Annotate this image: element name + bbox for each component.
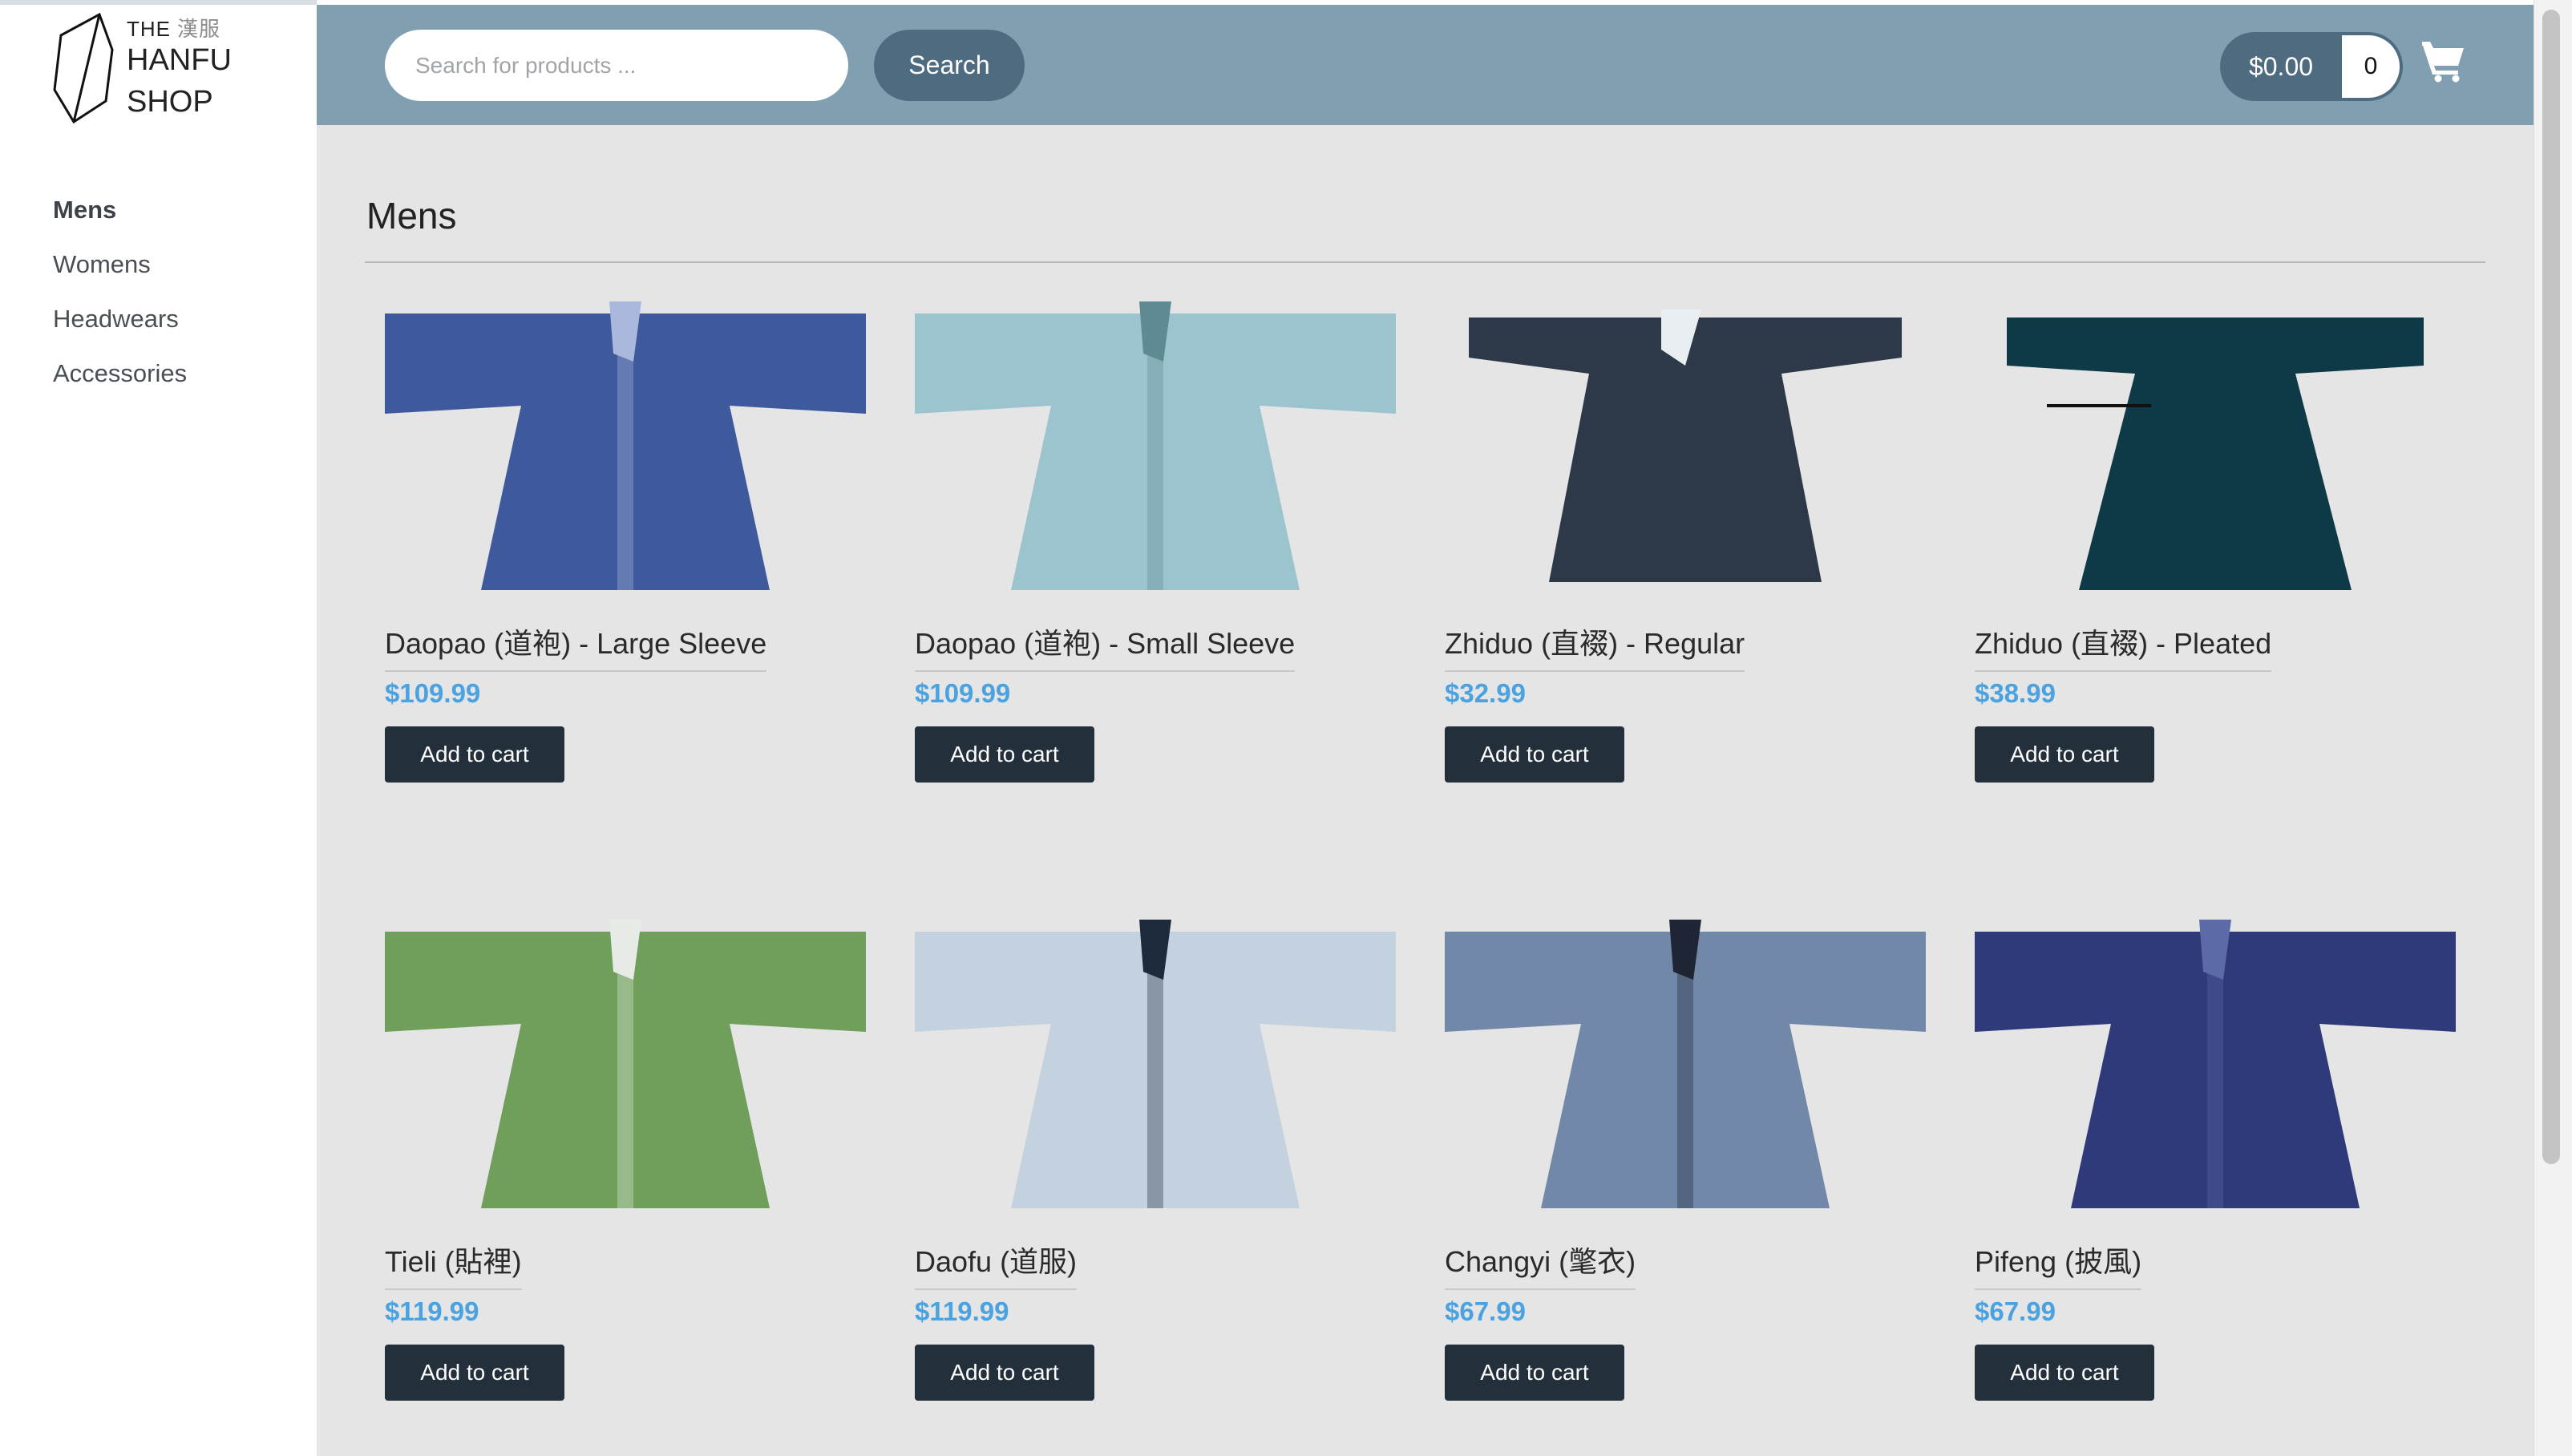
product-price: $67.99 — [1445, 1296, 1526, 1326]
title-divider — [365, 261, 2485, 263]
shopping-cart-icon[interactable] — [2420, 38, 2465, 83]
product-card[interactable]: Daopao (道袍) - Large Sleeve $109.99 Add t… — [385, 285, 866, 847]
vertical-scrollbar[interactable] — [2534, 0, 2572, 1456]
brand-chinese: 漢服 — [177, 17, 221, 41]
cart-summary[interactable]: $0.00 0 — [2220, 32, 2403, 101]
product-name[interactable]: Daopao (道袍) - Small Sleeve — [915, 621, 1296, 672]
add-to-cart-button[interactable]: Add to cart — [915, 726, 1094, 783]
sidebar-item-headwears[interactable]: Headwears — [53, 305, 179, 334]
product-price: $109.99 — [385, 678, 481, 708]
product-card[interactable]: Daopao (道袍) - Small Sleeve $109.99 Add t… — [915, 285, 1396, 847]
search-input[interactable] — [385, 30, 848, 101]
product-price: $119.99 — [385, 1296, 479, 1326]
sidebar-item-mens[interactable]: Mens — [53, 196, 116, 224]
product-price: $38.99 — [1975, 678, 2056, 708]
sidebar-item-womens[interactable]: Womens — [53, 250, 151, 279]
cart-total: $0.00 — [2248, 52, 2314, 81]
product-name[interactable]: Daofu (道服) — [915, 1239, 1078, 1290]
product-card[interactable]: Daofu (道服) $119.99 Add to cart — [915, 904, 1396, 1456]
product-name[interactable]: Zhiduo (直裰) - Pleated — [1975, 621, 2272, 672]
product-listing: Mens Daopao (道袍) - Large Sleeve $109.99 … — [317, 125, 2534, 1456]
product-image[interactable] — [1975, 285, 2456, 606]
product-image[interactable] — [385, 904, 866, 1224]
add-to-cart-button[interactable]: Add to cart — [385, 1345, 564, 1401]
brand-line-3: SHOP — [127, 85, 213, 119]
product-name[interactable]: Daopao (道袍) - Large Sleeve — [385, 621, 767, 672]
add-to-cart-button[interactable]: Add to cart — [1445, 1345, 1624, 1401]
product-image[interactable] — [1445, 285, 1926, 606]
add-to-cart-button[interactable]: Add to cart — [385, 726, 564, 783]
add-to-cart-button[interactable]: Add to cart — [1445, 726, 1624, 783]
brand-line-1: THE 漢服 — [127, 17, 221, 41]
brand-logo[interactable]: THE 漢服 HANFU SHOP — [0, 0, 317, 125]
cart-count: 0 — [2342, 35, 2400, 98]
product-price: $32.99 — [1445, 678, 1526, 708]
brand-line-2: HANFU — [127, 43, 232, 77]
product-name[interactable]: Tieli (貼裡) — [385, 1239, 522, 1290]
product-card[interactable]: Zhiduo (直裰) - Regular $32.99 Add to cart — [1445, 285, 1926, 847]
add-to-cart-button[interactable]: Add to cart — [1975, 1345, 2154, 1401]
add-to-cart-button[interactable]: Add to cart — [915, 1345, 1094, 1401]
product-card[interactable]: Pifeng (披風) $67.99 Add to cart — [1975, 904, 2456, 1456]
product-image[interactable] — [915, 285, 1396, 606]
scrollbar-thumb[interactable] — [2542, 10, 2560, 1164]
product-price: $119.99 — [915, 1296, 1009, 1326]
product-image[interactable] — [1975, 904, 2456, 1224]
product-image[interactable] — [1445, 904, 1926, 1224]
product-name[interactable]: Pifeng (披風) — [1975, 1239, 2142, 1290]
product-card[interactable]: Tieli (貼裡) $119.99 Add to cart — [385, 904, 866, 1456]
product-image[interactable] — [915, 904, 1396, 1224]
search-button[interactable]: Search — [874, 30, 1025, 101]
product-name[interactable]: Zhiduo (直裰) - Regular — [1445, 621, 1745, 672]
product-name[interactable]: Changyi (氅衣) — [1445, 1239, 1636, 1290]
top-header: Search $0.00 0 — [317, 5, 2534, 125]
sidebar-item-accessories[interactable]: Accessories — [53, 359, 187, 388]
product-price: $109.99 — [915, 678, 1011, 708]
product-card[interactable]: Changyi (氅衣) $67.99 Add to cart — [1445, 904, 1926, 1456]
product-price: $67.99 — [1975, 1296, 2056, 1326]
product-image[interactable] — [385, 285, 866, 606]
hexagon-logo-icon — [53, 12, 114, 123]
product-card[interactable]: Zhiduo (直裰) - Pleated $38.99 Add to cart — [1975, 285, 2456, 847]
page-title: Mens — [366, 195, 457, 237]
category-sidebar: Mens Womens Headwears Accessories — [0, 125, 317, 1456]
add-to-cart-button[interactable]: Add to cart — [1975, 726, 2154, 783]
